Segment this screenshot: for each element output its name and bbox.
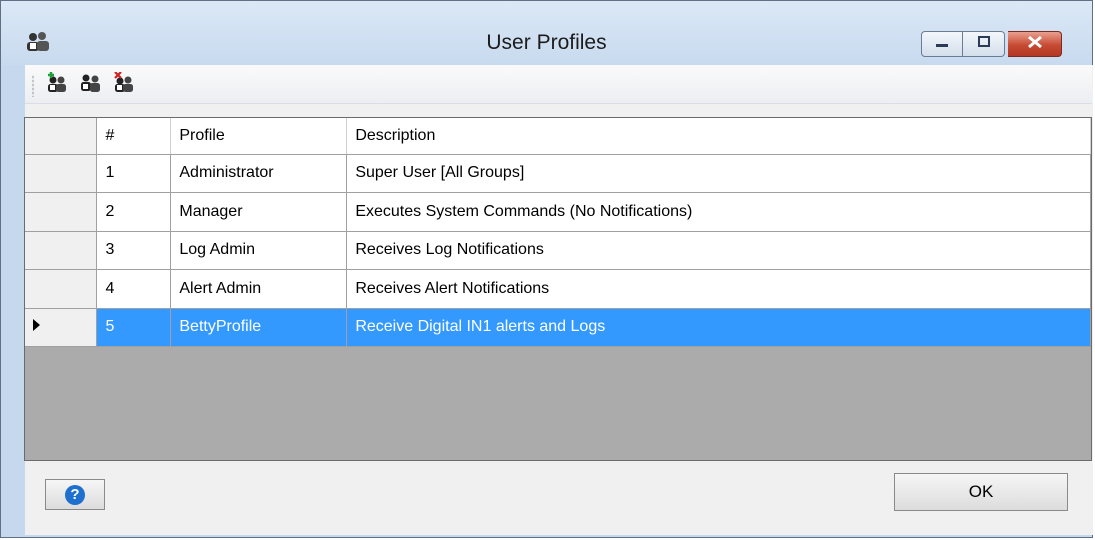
row-header[interactable] (25, 192, 98, 232)
profiles-table: # Profile Description 1 Administrator Su… (25, 118, 1091, 347)
user-profiles-window: User Profiles # Profile Description 1 Ad… (0, 0, 1093, 538)
row-header[interactable] (25, 231, 98, 270)
title-bar[interactable]: User Profiles (1, 1, 1092, 65)
current-row-arrow-icon (33, 319, 40, 332)
cell-num[interactable]: 5 (96, 308, 172, 347)
maximize-button[interactable] (963, 31, 1005, 57)
header-row: # Profile Description (25, 118, 1091, 155)
delete-user-icon (113, 70, 135, 99)
cell-profile[interactable]: BettyProfile (170, 308, 348, 347)
column-header-profile[interactable]: Profile (170, 118, 348, 155)
edit-profile-button[interactable] (77, 71, 105, 99)
cell-description[interactable]: Receives Alert Notifications (346, 269, 1091, 309)
close-icon (1027, 35, 1043, 54)
cell-profile[interactable]: Administrator (170, 154, 348, 193)
cell-profile[interactable]: Log Admin (170, 231, 348, 270)
table-row[interactable]: 1 Administrator Super User [All Groups] (25, 154, 1091, 193)
table-row[interactable]: 4 Alert Admin Receives Alert Notificatio… (25, 269, 1091, 309)
table-row[interactable]: 2 Manager Executes System Commands (No N… (25, 192, 1091, 232)
help-icon: ? (65, 484, 85, 505)
minimize-icon (935, 35, 949, 53)
profiles-grid[interactable]: # Profile Description 1 Administrator Su… (24, 117, 1092, 461)
row-header[interactable] (25, 154, 98, 193)
cell-num[interactable]: 1 (96, 154, 172, 193)
cell-description[interactable]: Executes System Commands (No Notificatio… (346, 192, 1091, 232)
table-row-selected[interactable]: 5 BettyProfile Receive Digital IN1 alert… (25, 308, 1091, 347)
cell-description[interactable]: Super User [All Groups] (346, 154, 1091, 193)
client-area: # Profile Description 1 Administrator Su… (24, 65, 1093, 535)
add-user-icon (46, 71, 68, 99)
cell-num[interactable]: 4 (96, 269, 172, 309)
toolbar (25, 65, 1092, 104)
row-header[interactable] (25, 269, 98, 309)
close-button[interactable] (1008, 31, 1062, 57)
cell-num[interactable]: 2 (96, 192, 172, 232)
row-header-current[interactable] (25, 308, 98, 347)
cell-profile[interactable]: Alert Admin (170, 269, 348, 309)
column-header-num[interactable]: # (96, 118, 172, 155)
toolbar-grip[interactable] (32, 75, 34, 97)
cell-description[interactable]: Receives Log Notifications (346, 231, 1091, 270)
add-profile-button[interactable] (43, 71, 71, 99)
row-header-corner[interactable] (25, 118, 98, 155)
help-button[interactable]: ? (45, 479, 105, 510)
column-header-description[interactable]: Description (346, 118, 1091, 155)
delete-profile-button[interactable] (110, 70, 138, 99)
minimize-button[interactable] (921, 31, 963, 57)
user-profile-icon (80, 72, 102, 99)
ok-button[interactable]: OK (894, 473, 1068, 511)
cell-profile[interactable]: Manager (170, 192, 348, 232)
table-row[interactable]: 3 Log Admin Receives Log Notifications (25, 231, 1091, 270)
cell-num[interactable]: 3 (96, 231, 172, 270)
window-controls (921, 31, 1062, 59)
maximize-icon (977, 35, 991, 53)
cell-description[interactable]: Receive Digital IN1 alerts and Logs (346, 308, 1091, 347)
